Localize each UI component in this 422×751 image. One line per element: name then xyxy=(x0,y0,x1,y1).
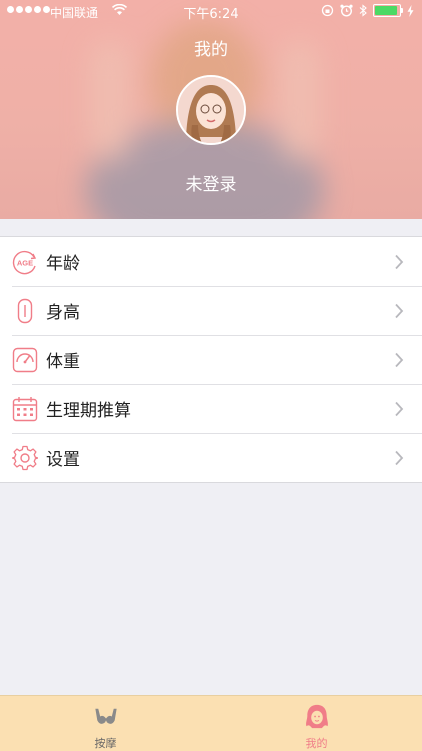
svg-text:AGE: AGE xyxy=(17,258,33,267)
chevron-right-icon xyxy=(395,450,404,465)
alarm-icon xyxy=(340,4,353,17)
age-icon: AGE xyxy=(12,249,38,275)
menu-item-weight[interactable]: 体重 xyxy=(0,335,422,384)
menu-label-height: 身高 xyxy=(46,303,80,323)
menu-item-age[interactable]: AGE 年龄 xyxy=(0,237,422,286)
tab-bar: 按摩 我的 xyxy=(0,695,422,751)
menu-label-settings: 设置 xyxy=(46,450,80,470)
login-status[interactable]: 未登录 xyxy=(0,170,422,195)
menu-item-height[interactable]: 身高 xyxy=(0,286,422,335)
profile-menu: AGE 年龄 身高 体重 生理期推算 设置 xyxy=(0,236,422,483)
bluetooth-icon xyxy=(359,4,367,17)
status-bar: 中国联通 下午6:24 xyxy=(0,0,422,22)
tab-massage[interactable]: 按摩 xyxy=(0,696,211,751)
gear-icon xyxy=(12,445,38,471)
avatar-icon xyxy=(178,77,244,143)
menu-item-period[interactable]: 生理期推算 xyxy=(0,384,422,433)
menu-label-age: 年龄 xyxy=(46,254,80,274)
chevron-right-icon xyxy=(395,352,404,367)
tab-label-mine: 我的 xyxy=(305,737,328,750)
battery-icon xyxy=(373,4,403,17)
tab-label-massage: 按摩 xyxy=(94,737,117,750)
menu-label-period: 生理期推算 xyxy=(46,401,131,421)
chevron-right-icon xyxy=(395,254,404,269)
chevron-right-icon xyxy=(395,401,404,416)
tab-mine[interactable]: 我的 xyxy=(211,696,422,751)
menu-item-settings[interactable]: 设置 xyxy=(0,433,422,482)
charging-icon xyxy=(407,4,414,17)
user-avatar[interactable] xyxy=(176,75,246,145)
bra-icon xyxy=(94,708,117,724)
calendar-icon xyxy=(12,396,38,422)
menu-label-weight: 体重 xyxy=(46,352,80,372)
profile-header: 中国联通 下午6:24 我的 未登录 xyxy=(0,0,422,219)
height-icon xyxy=(12,298,38,324)
chevron-right-icon xyxy=(395,303,404,318)
girl-icon xyxy=(305,704,328,729)
scale-icon xyxy=(12,347,38,373)
rotation-lock-icon xyxy=(321,4,334,17)
page-title: 我的 xyxy=(194,40,228,60)
